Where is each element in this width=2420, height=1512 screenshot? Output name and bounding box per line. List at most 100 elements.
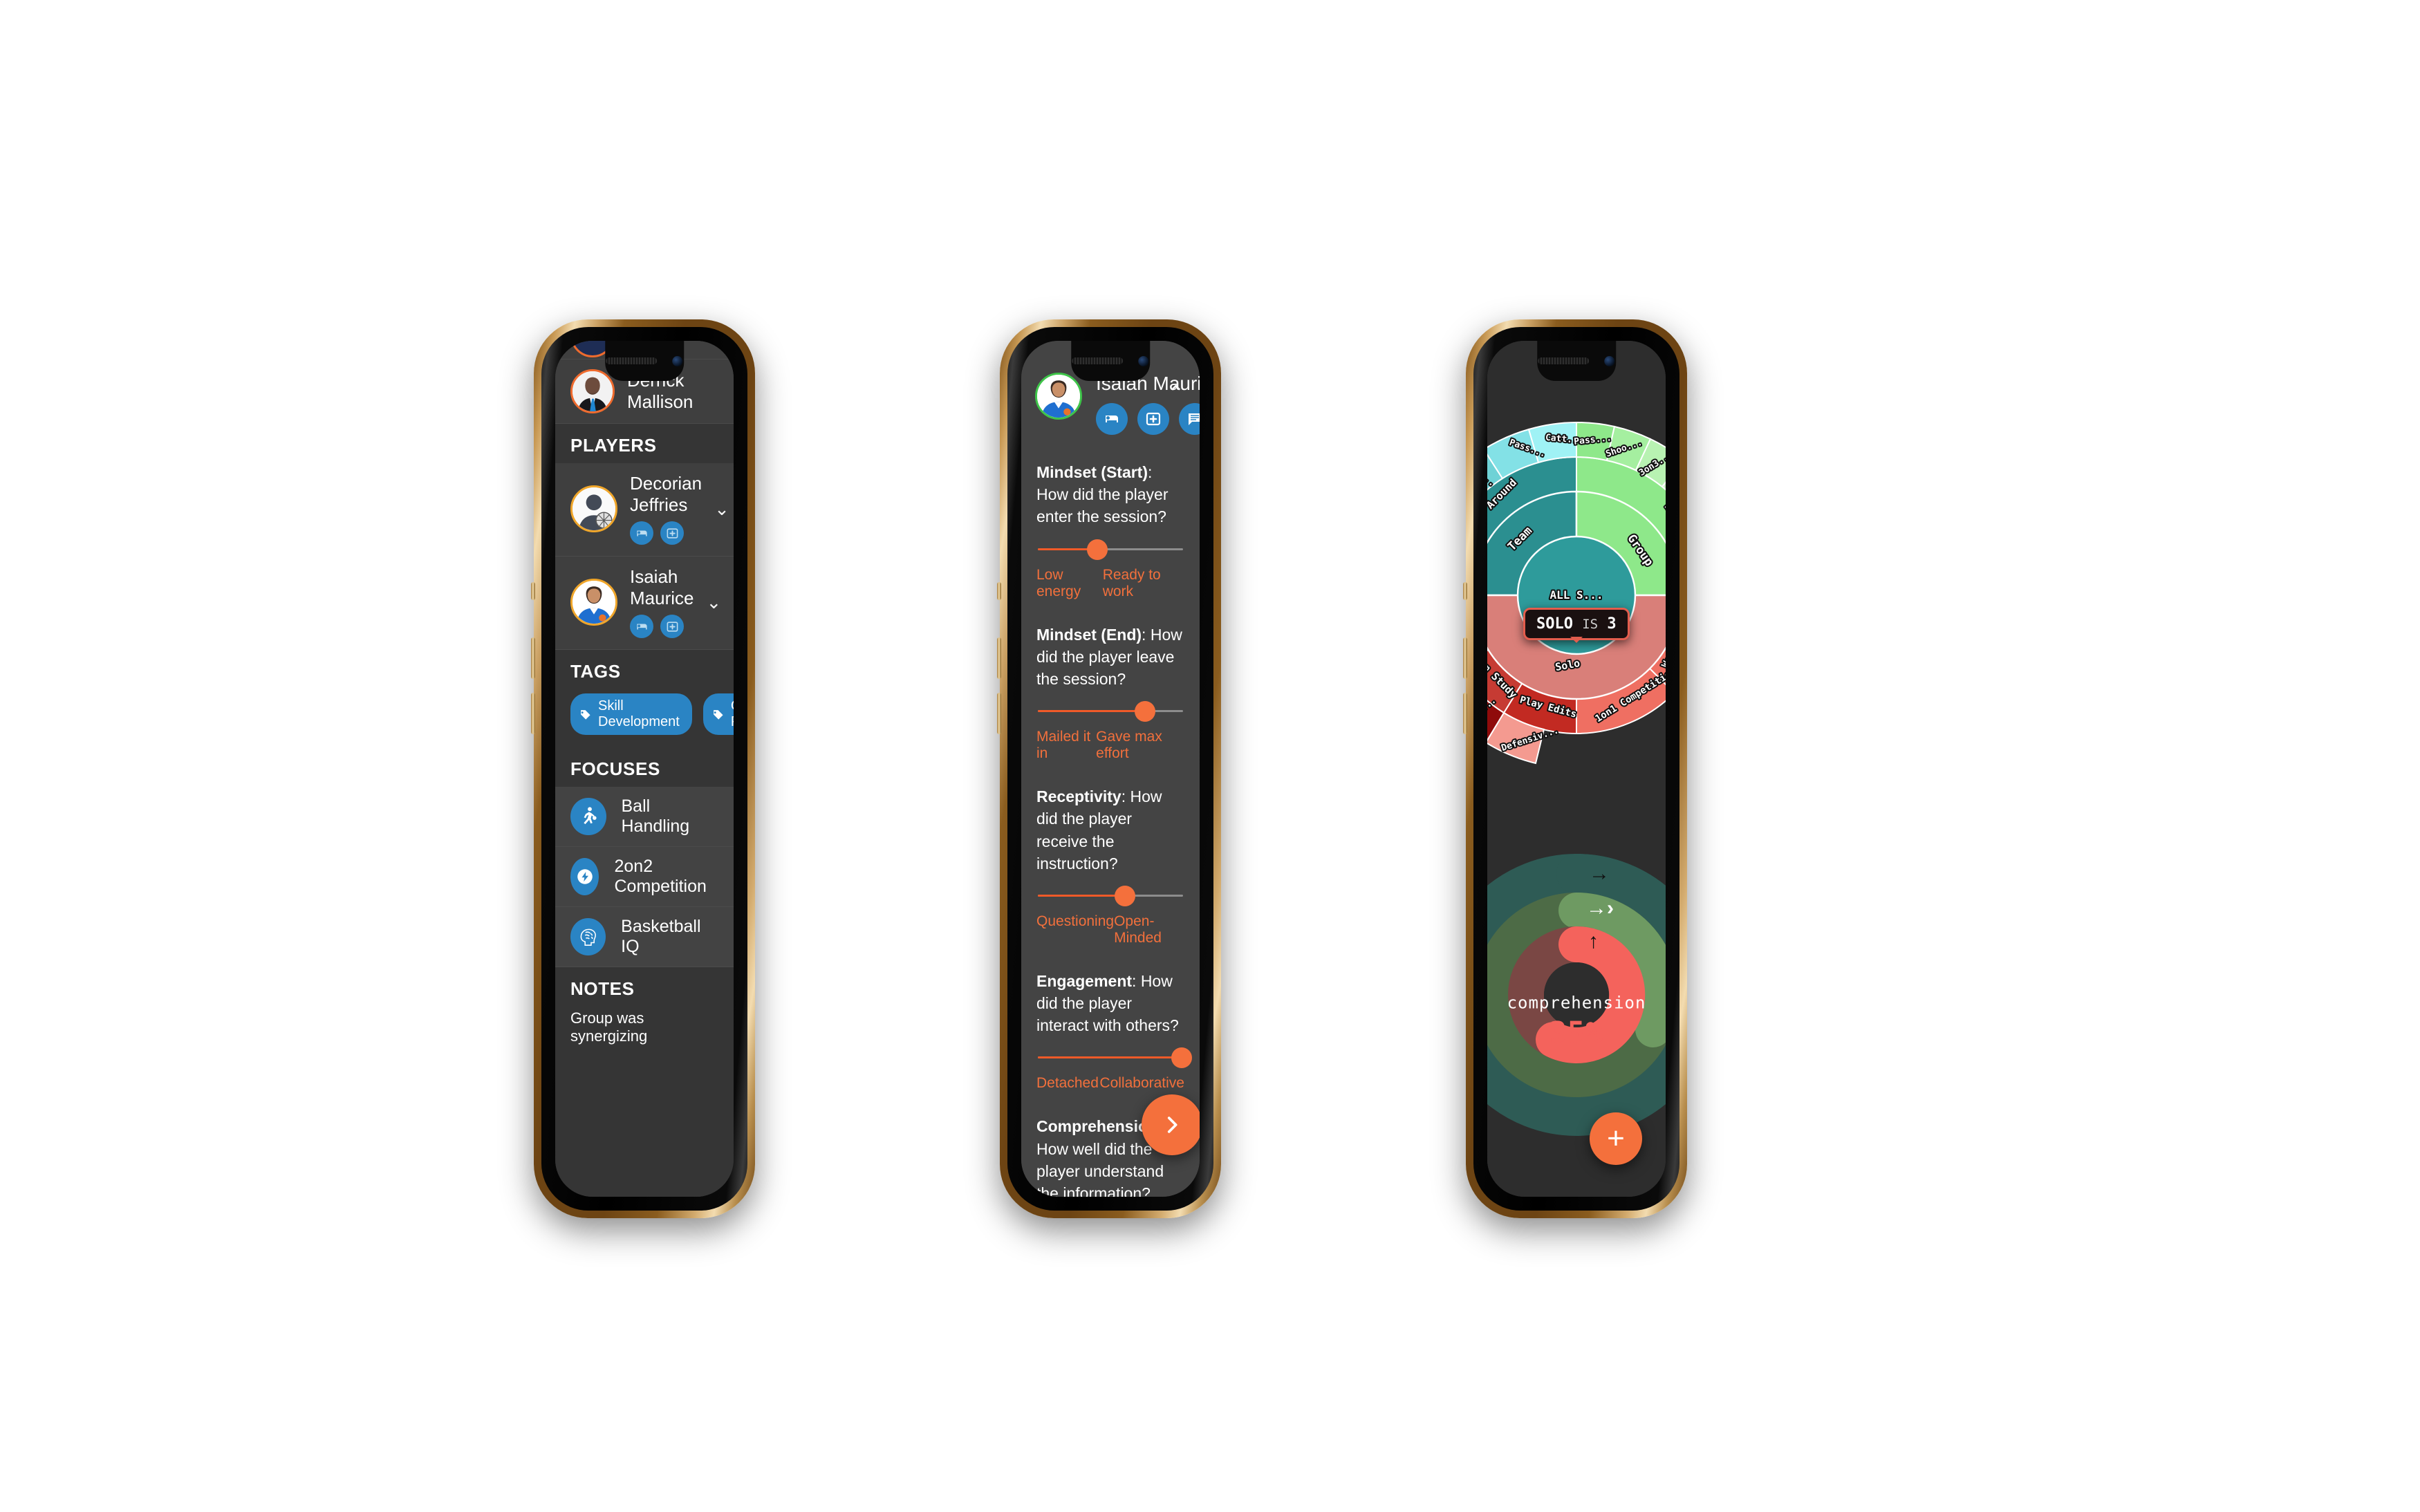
screenshot-stage: Derrick Mallison PLAYERS Decorian Jeffri… [0, 0, 2420, 1512]
question-text: Engagement: How did the player interact … [1036, 971, 1179, 1035]
player-quick-actions [630, 521, 702, 545]
phone-3-screen: Team Group Solo ALL S... Shoot Around Wo… [1487, 341, 1666, 1197]
slider-thumb[interactable] [1115, 885, 1135, 906]
slider-fill [1038, 1056, 1182, 1059]
arrow-up-icon: ↑ [1588, 930, 1599, 953]
add-button[interactable]: + [1590, 1112, 1642, 1165]
front-camera [672, 355, 683, 366]
volume-down-button[interactable] [997, 693, 1001, 734]
slider-thumb[interactable] [1135, 701, 1156, 722]
players-section-header: PLAYERS [555, 424, 734, 463]
notes-text[interactable]: Group was synergizing [555, 1007, 734, 1061]
focuses-section-header: FOCUSES [555, 747, 734, 787]
chevron-down-icon[interactable]: ⌄ [714, 500, 729, 518]
volume-down-button[interactable] [1463, 693, 1467, 734]
tags-list: Skill Development Game Prep [555, 689, 734, 747]
volume-down-button[interactable] [531, 693, 535, 734]
volume-up-button[interactable] [1463, 637, 1467, 679]
player-name: Isaiah Maurice [630, 566, 694, 608]
slider-endpoints: Low energy Ready to work [1036, 567, 1184, 600]
tag-chip[interactable]: Skill Development [570, 693, 692, 735]
question-text: Mindset (Start): How did the player ente… [1036, 463, 1169, 526]
slider-right-label: Gave max effort [1096, 729, 1162, 762]
focus-row[interactable]: Ball Handling [555, 787, 734, 846]
volume-up-button[interactable] [997, 637, 1001, 679]
focus-row[interactable]: 2on2 Competition [555, 847, 734, 906]
analytics-screen: Team Group Solo ALL S... Shoot Around Wo… [1487, 341, 1666, 1197]
question-slider[interactable] [1038, 539, 1183, 560]
medical-kit-icon[interactable] [1137, 403, 1169, 435]
slider-thumb[interactable] [1171, 1047, 1192, 1069]
player-row[interactable]: Isaiah Maurice ⌄ [555, 557, 734, 649]
silent-switch[interactable] [531, 582, 535, 600]
slider-endpoints: Detached Collaborative [1036, 1075, 1184, 1092]
question-slider[interactable] [1038, 885, 1183, 906]
volume-up-button[interactable] [531, 637, 535, 679]
player-evaluation-scroll[interactable]: Isaiah Maurice [1021, 341, 1200, 1197]
slider-thumb[interactable] [1087, 539, 1108, 560]
player-action-icons [1096, 403, 1200, 435]
slider-endpoints: Mailed it in Gave max effort [1036, 729, 1184, 762]
question-prompt: How well did the player understand the i… [1036, 1139, 1164, 1197]
chevron-down-icon[interactable]: ⌄ [706, 593, 721, 611]
gauge-center-readout: comprehension 35% [1507, 993, 1646, 1049]
double-chevron-right-icon: →› [1586, 897, 1614, 920]
player-quick-actions [630, 615, 694, 638]
earpiece-speaker [606, 357, 658, 364]
focus-label: 2on2 Competition [614, 857, 707, 896]
slider-right-label: Open-Minded [1114, 913, 1162, 946]
plus-icon: + [1607, 1121, 1625, 1155]
tag-icon [579, 709, 591, 720]
earpiece-speaker [1538, 357, 1590, 364]
silent-switch[interactable] [1463, 582, 1467, 600]
lightning-bolt-icon [570, 858, 599, 895]
avatar [570, 485, 617, 532]
tag-chip[interactable]: Game Prep [702, 693, 734, 735]
medical-kit-icon[interactable] [660, 615, 684, 638]
phone-1-frame: Derrick Mallison PLAYERS Decorian Jeffri… [531, 319, 755, 1218]
bed-icon[interactable] [630, 615, 653, 638]
notch [1537, 341, 1616, 381]
phone-1-screen: Derrick Mallison PLAYERS Decorian Jeffri… [555, 341, 734, 1197]
comprehension-gauge[interactable]: → →› ↑ comprehension 35% [1487, 843, 1666, 1147]
gauge-label: comprehension [1507, 993, 1646, 1013]
question-title: Mindset (Start) [1036, 463, 1148, 481]
session-detail-scroll[interactable]: Derrick Mallison PLAYERS Decorian Jeffri… [555, 341, 734, 1197]
player-info: Isaiah Maurice [630, 566, 694, 638]
note-icon[interactable] [1179, 403, 1200, 435]
question-block: Mindset (Start): How did the player ente… [1021, 461, 1200, 600]
question-block: Engagement: How did the player interact … [1021, 970, 1200, 1092]
sunburst-svg: Team Group Solo ALL S... Shoot Around Wo… [1487, 421, 1666, 765]
slider-fill [1038, 894, 1125, 897]
chevron-up-icon[interactable]: ⌄ [1167, 380, 1184, 404]
medical-kit-icon[interactable] [660, 521, 684, 545]
phone-3-frame: Team Group Solo ALL S... Shoot Around Wo… [1463, 319, 1687, 1218]
player-row[interactable]: Decorian Jeffries ⌄ [555, 463, 734, 556]
focus-row[interactable]: Basketball IQ [555, 907, 734, 967]
bed-icon[interactable] [630, 521, 653, 545]
bed-icon[interactable] [1096, 403, 1128, 435]
slider-left-label: Detached [1036, 1075, 1099, 1092]
phone-2-bezel: Isaiah Maurice [1007, 327, 1213, 1211]
slider-left-label: Low energy [1036, 566, 1081, 599]
focus-label: Ball Handling [621, 796, 690, 836]
question-title: Receptivity [1036, 787, 1121, 806]
question-prompt: How did the player enter the session? [1036, 485, 1169, 526]
notch [605, 341, 684, 381]
silent-switch[interactable] [997, 582, 1001, 600]
question-slider[interactable] [1038, 701, 1183, 722]
avatar[interactable] [1035, 373, 1082, 420]
chevron-right-icon [1167, 1117, 1178, 1133]
next-button[interactable] [1142, 1094, 1200, 1155]
tag-label: Game Prep [731, 698, 734, 730]
question-title: Engagement [1036, 971, 1133, 990]
question-slider[interactable] [1038, 1047, 1192, 1069]
player-name: Decorian Jeffries [630, 473, 702, 515]
focus-label: Basketball IQ [621, 917, 701, 956]
question-title: Mindset (End) [1036, 625, 1142, 644]
dribbling-player-icon [570, 798, 606, 835]
slider-endpoints: Questioning Open-Minded [1036, 913, 1184, 946]
slider-left-label: Mailed it in [1036, 729, 1091, 762]
sunburst-chart[interactable]: Team Group Solo ALL S... Shoot Around Wo… [1487, 416, 1666, 775]
phone-2-screen: Isaiah Maurice [1021, 341, 1200, 1197]
